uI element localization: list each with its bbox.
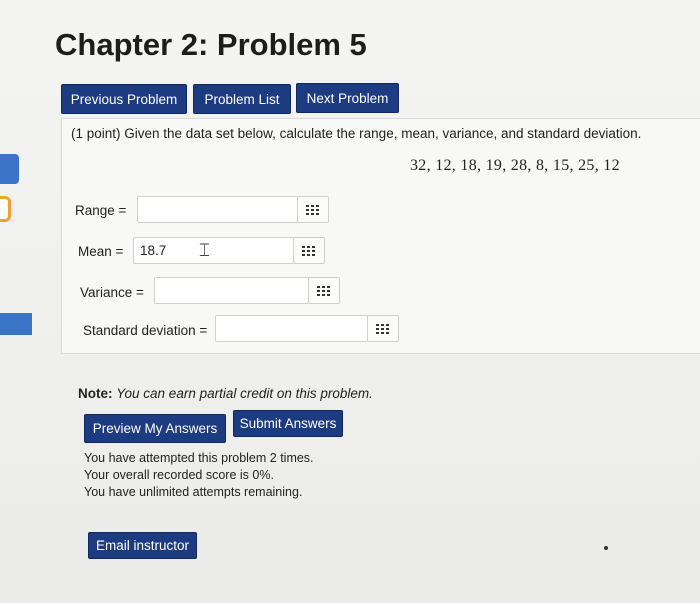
- problem-prompt: (1 point) Given the data set below, calc…: [71, 126, 642, 141]
- note-text: You can earn partial credit on this prob…: [116, 386, 373, 401]
- attempts-count-text: You have attempted this problem 2 times.: [84, 451, 314, 465]
- data-set: 32, 12, 18, 19, 28, 8, 15, 25, 12: [410, 157, 620, 174]
- preview-answers-button[interactable]: Preview My Answers: [84, 414, 226, 443]
- range-label: Range =: [75, 203, 127, 218]
- grid-icon[interactable]: [308, 277, 340, 304]
- mean-label: Mean =: [78, 244, 124, 259]
- next-problem-button[interactable]: Next Problem: [296, 83, 399, 113]
- attempt-status: You have attempted this problem 2 times.…: [84, 450, 314, 501]
- std-dev-input[interactable]: [215, 315, 368, 342]
- submit-answers-button[interactable]: Submit Answers: [233, 410, 343, 437]
- score-text: Your overall recorded score is 0%.: [84, 468, 274, 482]
- mean-input[interactable]: [133, 237, 294, 264]
- grid-icon[interactable]: [367, 315, 399, 342]
- email-instructor-button[interactable]: Email instructor: [88, 532, 197, 559]
- ibeam-cursor-icon: ⌶: [199, 240, 210, 261]
- side-tab-marker-orange: [0, 196, 11, 222]
- grid-icon[interactable]: [293, 237, 325, 264]
- std-dev-label: Standard deviation =: [83, 323, 208, 338]
- range-input[interactable]: [137, 196, 298, 223]
- side-tab-marker-2: [0, 313, 32, 335]
- partial-credit-note: Note: You can earn partial credit on thi…: [78, 386, 373, 401]
- side-tab-marker: [0, 154, 19, 184]
- previous-problem-button[interactable]: Previous Problem: [61, 84, 187, 114]
- problem-list-button[interactable]: Problem List: [193, 84, 291, 114]
- grid-icon[interactable]: [297, 196, 329, 223]
- attempts-remaining-text: You have unlimited attempts remaining.: [84, 485, 303, 499]
- note-label: Note:: [78, 386, 113, 401]
- decorative-dot: [604, 546, 608, 550]
- variance-input[interactable]: [154, 277, 309, 304]
- page-title: Chapter 2: Problem 5: [55, 27, 367, 62]
- variance-label: Variance =: [80, 285, 144, 300]
